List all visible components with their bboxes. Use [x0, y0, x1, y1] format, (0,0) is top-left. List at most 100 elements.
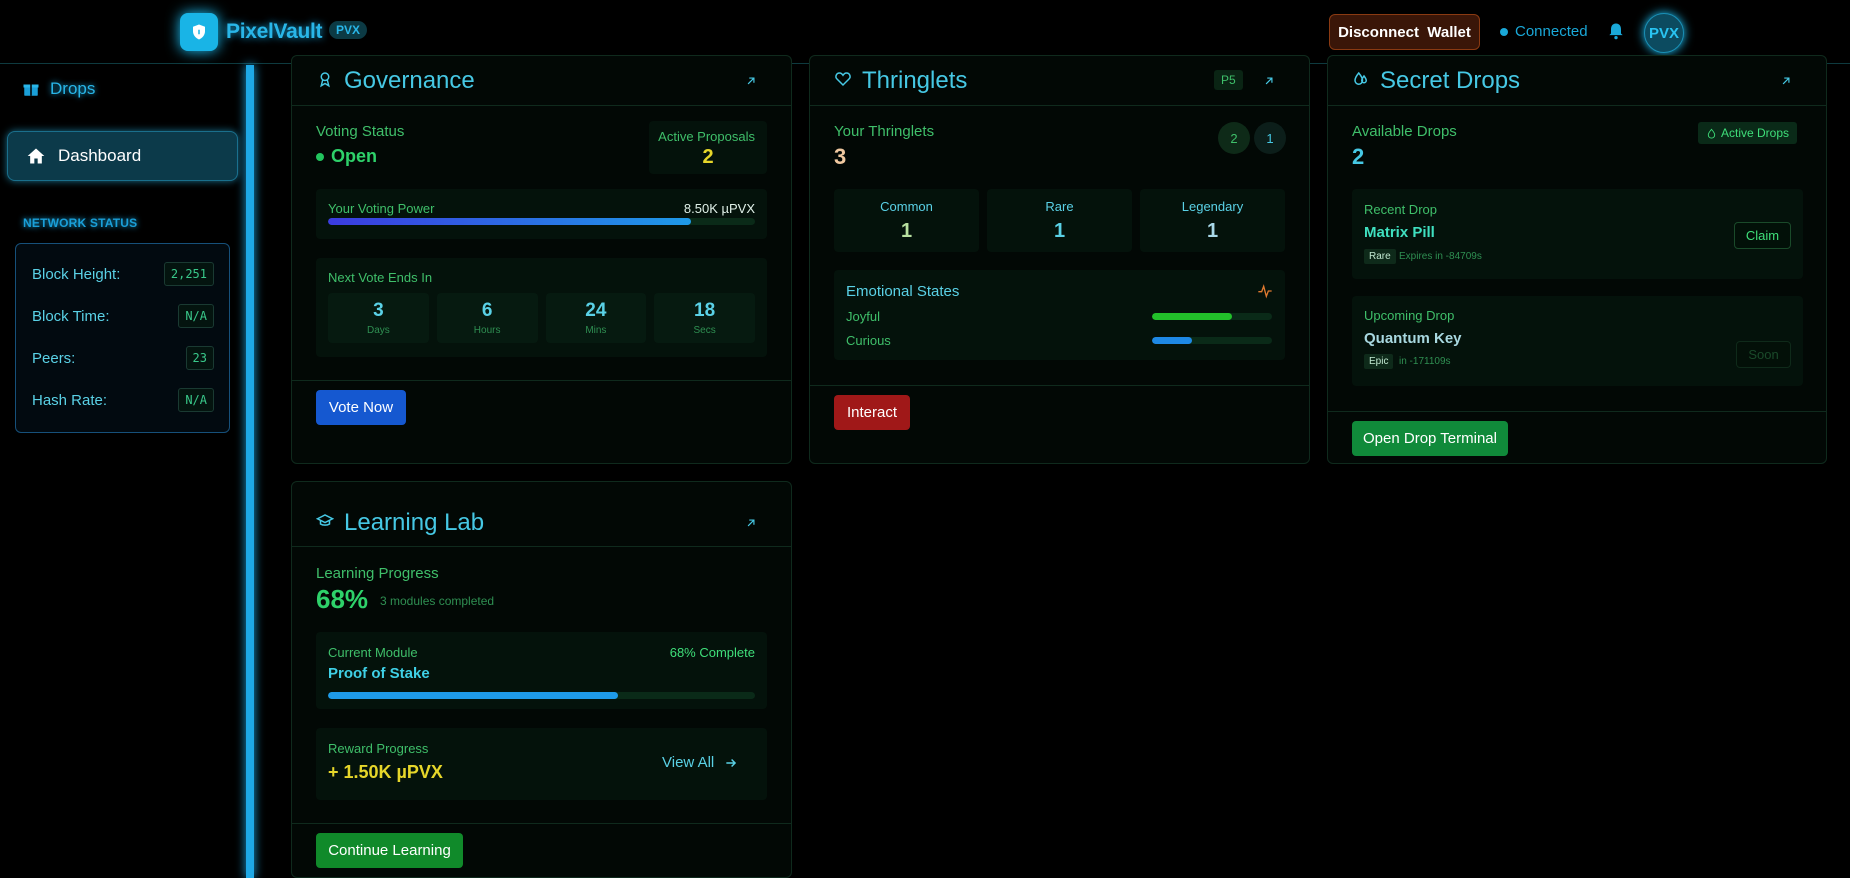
next-vote-label: Next Vote Ends In [328, 270, 433, 285]
card-title: Learning Lab [344, 509, 485, 536]
bell-icon[interactable] [1606, 21, 1626, 41]
external-link-icon[interactable] [744, 516, 758, 530]
emotion-bar-curious [1152, 337, 1272, 344]
gift-icon [23, 84, 39, 96]
recent-drop-panel: Recent Drop Matrix Pill Rare Expires in … [1352, 189, 1803, 279]
open-drop-terminal-button[interactable]: Open Drop Terminal [1352, 421, 1508, 456]
emotion-bar-joyful [1152, 313, 1272, 320]
network-value: N/A [178, 388, 214, 412]
network-value: N/A [178, 304, 214, 328]
brand-badge: PVX [329, 21, 368, 39]
voting-status-label: Voting Status [316, 123, 405, 140]
network-status-title: NETWORK STATUS [23, 216, 138, 230]
emotion-label: Curious [846, 333, 891, 348]
countdown-mins: 24 Mins [545, 293, 647, 343]
active-drops-badge: Active Drops [1698, 122, 1798, 144]
rarity-common: Common 1 [834, 189, 979, 252]
upcoming-drop-panel: Upcoming Drop Quantum Key Epic in -17110… [1352, 296, 1803, 386]
reward-label: Reward Progress [328, 741, 429, 756]
module-progress-bar [328, 692, 755, 699]
connection-dot-icon [1500, 28, 1508, 36]
rarity-legendary: Legendary 1 [1140, 189, 1285, 252]
rarity-rare: Rare 1 [987, 189, 1132, 252]
external-link-icon[interactable] [1262, 74, 1276, 88]
shield-logo-icon[interactable] [180, 13, 218, 51]
activity-icon [1258, 284, 1272, 299]
recent-drop-tag: Rare [1364, 249, 1396, 264]
thringlet-chip[interactable]: 2 [1218, 122, 1250, 154]
countdown-hours: 6 Hours [436, 293, 538, 343]
network-value: 2,251 [163, 262, 214, 286]
external-link-icon[interactable] [744, 74, 758, 88]
reward-progress-panel: Reward Progress + 1.50K µPVX View All [316, 728, 767, 800]
rarity-grid: Common 1 Rare 1 Legendary 1 [834, 189, 1285, 252]
status-dot-icon [316, 152, 324, 161]
active-proposals-value: 2 [702, 146, 714, 168]
thringlet-chip[interactable]: 1 [1254, 122, 1286, 154]
governance-card: Governance Voting Status Open Active Pro… [291, 55, 792, 464]
recent-drop-label: Recent Drop [1364, 202, 1437, 217]
voting-power-bar [328, 218, 755, 225]
upcoming-drop-name: Quantum Key [1364, 330, 1462, 347]
card-title: Governance [344, 67, 475, 94]
upcoming-drop-tag: Epic [1364, 354, 1394, 369]
emotional-states-panel: Emotional States Joyful Curious [834, 270, 1285, 360]
countdown: 3 Days 6 Hours 24 Mins 18 Secs [328, 293, 755, 343]
card-title: Secret Drops [1380, 67, 1521, 94]
emotion-label: Joyful [846, 309, 880, 324]
voting-status: Open [316, 146, 377, 167]
connection-status: Connected [1515, 23, 1588, 40]
recent-drop-name: Matrix Pill [1364, 224, 1435, 241]
available-drops-label: Available Drops [1352, 123, 1457, 140]
network-key: Block Time: [32, 307, 110, 325]
voting-status-value: Open [331, 146, 378, 166]
network-row-peers: Peers: 23 [32, 345, 214, 371]
secret-drops-card: Secret Drops Available Drops 2 Active Dr… [1327, 55, 1827, 464]
card-title: Thringlets [862, 67, 968, 94]
heart-icon [835, 72, 851, 87]
droplets-icon [1354, 71, 1368, 85]
sidebar: Drops Dashboard NETWORK STATUS Block Hei… [0, 65, 246, 878]
modules-completed: 3 modules completed [380, 594, 495, 608]
countdown-days: 3 Days [328, 293, 429, 343]
voting-power-panel: Your Voting Power 8.50K µPVX [316, 189, 767, 239]
sidebar-rail [246, 65, 254, 878]
avatar[interactable]: PVX [1644, 13, 1684, 53]
emotional-states-label: Emotional States [846, 283, 960, 300]
sidebar-item-dashboard[interactable]: Dashboard [7, 131, 238, 181]
disconnect-wallet-button[interactable]: Disconnect Wallet [1329, 14, 1480, 50]
home-icon [27, 148, 45, 164]
next-vote-panel: Next Vote Ends In 3 Days 6 Hours 24 Mins… [316, 258, 767, 357]
view-all-link[interactable]: View All [662, 754, 738, 771]
thringlets-card: Thringlets P5 Your Thringlets 3 2 1 Comm… [809, 55, 1310, 464]
learning-progress-label: Learning Progress [316, 565, 439, 582]
sidebar-item-drops[interactable]: Drops [22, 79, 95, 99]
learning-lab-card: Learning Lab Learning Progress 68% 3 mod… [291, 481, 792, 878]
sidebar-item-label: Dashboard [58, 146, 142, 165]
interact-button[interactable]: Interact [834, 395, 910, 430]
brand-name: PixelVault [226, 20, 323, 43]
voting-power-value: 8.50K µPVX [683, 201, 755, 216]
your-thringlets-label: Your Thringlets [834, 123, 935, 140]
soon-button[interactable]: Soon [1736, 341, 1791, 368]
network-key: Block Height: [32, 265, 121, 283]
recent-drop-expiry: Expires in -84709s [1399, 251, 1482, 262]
external-link-icon[interactable] [1779, 74, 1793, 88]
arrow-right-icon [726, 758, 737, 767]
module-name: Proof of Stake [328, 665, 430, 682]
network-key: Hash Rate: [32, 391, 108, 409]
network-row-hash-rate: Hash Rate: N/A [32, 387, 214, 413]
voting-power-label: Your Voting Power [328, 201, 435, 216]
claim-button[interactable]: Claim [1734, 222, 1791, 249]
active-proposals-label: Active Proposals [658, 129, 755, 144]
thringlets-badge: P5 [1214, 70, 1243, 90]
network-row-block-time: Block Time: N/A [32, 303, 214, 329]
vote-now-button[interactable]: Vote Now [316, 390, 406, 425]
graduation-cap-icon [316, 514, 334, 526]
current-module-panel: Current Module 68% Complete Proof of Sta… [316, 632, 767, 709]
reward-value: + 1.50K µPVX [328, 762, 443, 782]
continue-learning-button[interactable]: Continue Learning [316, 833, 463, 868]
network-key: Peers: [32, 349, 76, 367]
network-row-block-height: Block Height: 2,251 [32, 261, 214, 287]
droplet-icon [1707, 128, 1716, 138]
